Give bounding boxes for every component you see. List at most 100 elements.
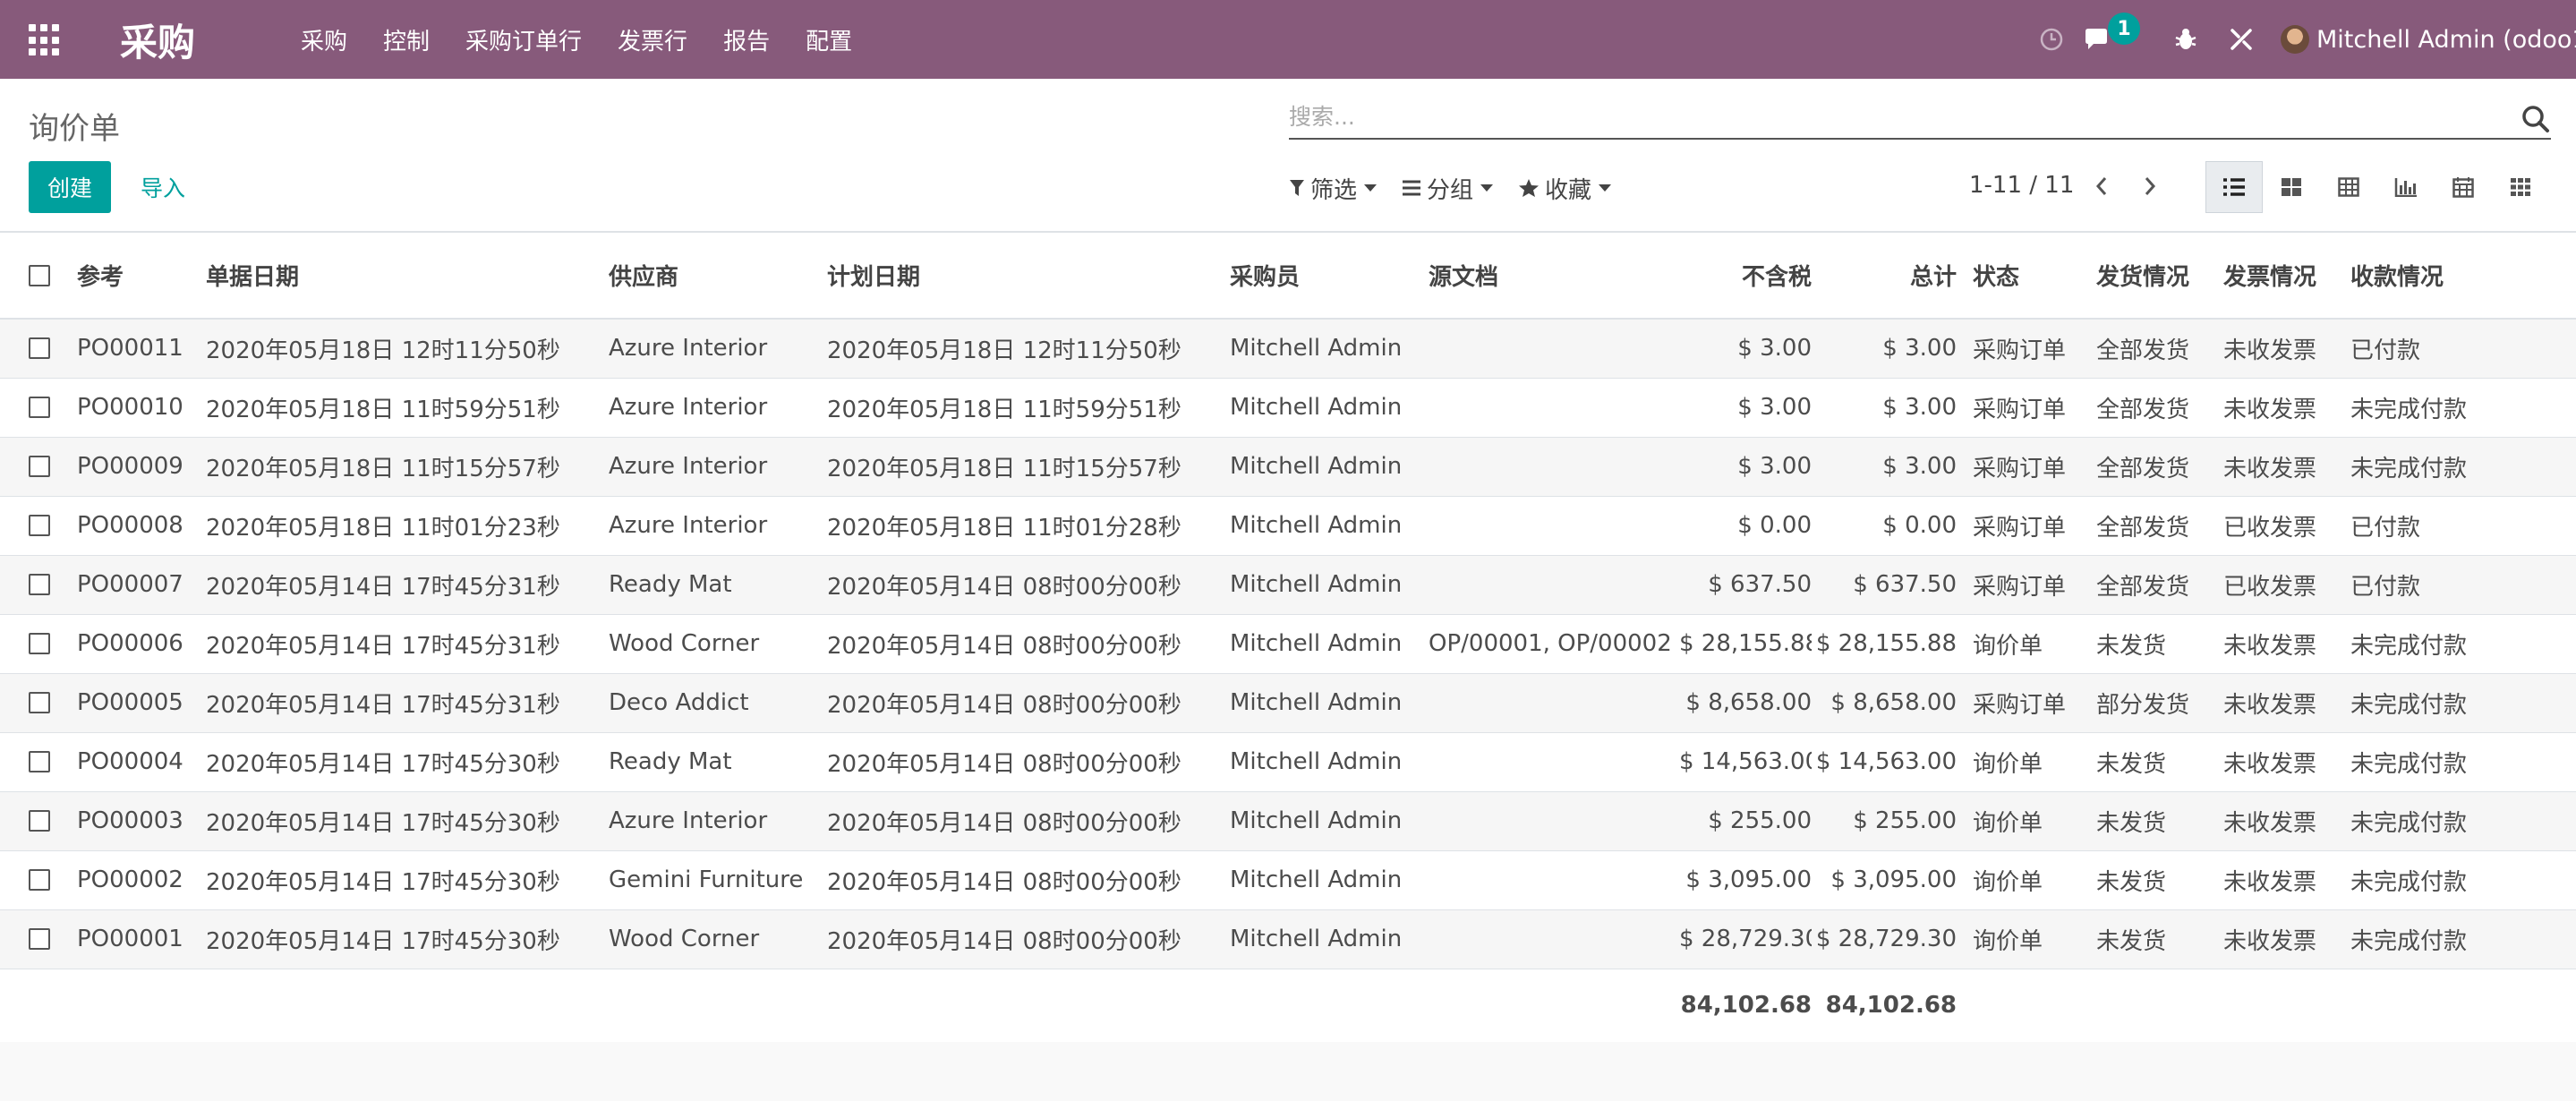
row-checkbox[interactable] <box>29 574 50 595</box>
table-row[interactable]: PO00008 2020年05月18日 11时01分23秒 Azure Interi… <box>0 496 2576 555</box>
vendor-cell: Azure Interior <box>609 807 768 834</box>
row-checkbox[interactable] <box>29 751 50 772</box>
order-date-cell: 2020年05月18日 12时11分50秒 <box>206 337 560 364</box>
row-select-cell <box>0 319 77 378</box>
reference-cell: PO00009 <box>77 453 183 480</box>
favorites-dropdown[interactable]: 收藏 <box>1518 172 1612 205</box>
payment-status-cell: 已付款 <box>2350 573 2421 601</box>
col-vendor[interactable]: 供应商 <box>609 233 827 319</box>
col-source-document[interactable]: 源文档 <box>1429 233 1679 319</box>
col-untaxed[interactable]: 不含税 <box>1679 233 1812 319</box>
menu-item-config[interactable]: 配置 <box>806 23 852 56</box>
untaxed-cell: $ 3,095.00 <box>1685 866 1812 893</box>
row-checkbox[interactable] <box>29 397 50 418</box>
activity-view-icon[interactable] <box>2492 161 2549 213</box>
menu-item-po-lines[interactable]: 采购订单行 <box>465 23 582 56</box>
col-buyer[interactable]: 采购员 <box>1230 233 1429 319</box>
invoice-status-cell: 未收发票 <box>2223 337 2317 364</box>
bars-icon <box>1402 179 1421 197</box>
table-footer: 84,102.68 84,102.68 <box>0 969 2576 1042</box>
chevron-left-icon[interactable] <box>2086 168 2118 204</box>
search-input[interactable] <box>1289 98 2506 134</box>
menu-item-invoice-lines[interactable]: 发票行 <box>618 23 687 56</box>
order-date-cell: 2020年05月14日 17时45分31秒 <box>206 573 560 601</box>
delivery-status-cell: 未发货 <box>2096 809 2167 837</box>
col-order-date[interactable]: 单据日期 <box>206 233 609 319</box>
list-view-icon[interactable] <box>2205 161 2263 213</box>
row-select-cell <box>0 555 77 614</box>
order-date-cell: 2020年05月14日 17时45分31秒 <box>206 691 560 719</box>
total-cell: $ 3.00 <box>1882 335 1957 363</box>
table-row[interactable]: PO00003 2020年05月14日 17时45分30秒 Azure Interi… <box>0 791 2576 850</box>
table-row[interactable]: PO00004 2020年05月14日 17时45分30秒 Ready Mat 202… <box>0 732 2576 791</box>
vendor-cell: Deco Addict <box>609 689 749 716</box>
total-cell: $ 28,155.88 <box>1815 630 1957 657</box>
col-payment-status[interactable]: 收款情况 <box>2350 233 2576 319</box>
total-cell: $ 0.00 <box>1882 512 1957 539</box>
row-checkbox[interactable] <box>29 810 50 832</box>
table-row[interactable]: PO00009 2020年05月18日 11时15分57秒 Azure Interi… <box>0 437 2576 496</box>
import-button[interactable]: 导入 <box>122 161 204 213</box>
table-row[interactable]: PO00010 2020年05月18日 11时59分51秒 Azure Interi… <box>0 378 2576 437</box>
row-checkbox[interactable] <box>29 456 50 477</box>
bug-icon[interactable] <box>2168 21 2204 57</box>
table-row[interactable]: PO00011 2020年05月18日 12时11分50秒 Azure Interi… <box>0 319 2576 378</box>
buyer-cell: Mitchell Admin <box>1230 807 1403 834</box>
col-planned-date[interactable]: 计划日期 <box>827 233 1230 319</box>
filter-label: 筛选 <box>1310 176 1358 204</box>
row-checkbox[interactable] <box>29 633 50 654</box>
planned-date-cell: 2020年05月14日 08时00分00秒 <box>827 809 1181 837</box>
tools-icon[interactable] <box>2223 21 2259 57</box>
apps-grid-icon[interactable] <box>29 24 61 56</box>
source-document-cell <box>1429 791 1679 850</box>
payment-status-cell: 已付款 <box>2350 337 2421 364</box>
create-button[interactable]: 创建 <box>29 161 111 213</box>
row-checkbox[interactable] <box>29 928 50 950</box>
table-row[interactable]: PO00006 2020年05月14日 17时45分31秒 Wood Corner 2… <box>0 614 2576 673</box>
row-checkbox[interactable] <box>29 692 50 713</box>
total-cell: $ 3.00 <box>1882 453 1957 480</box>
table-row[interactable]: PO00005 2020年05月14日 17时45分31秒 Deco Addict 2… <box>0 673 2576 732</box>
table-row[interactable]: PO00002 2020年05月14日 17时45分30秒 Gemini Furni… <box>0 850 2576 909</box>
delivery-status-cell: 全部发货 <box>2096 573 2190 601</box>
filter-dropdown[interactable]: 筛选 <box>1289 172 1378 205</box>
row-checkbox[interactable] <box>29 337 50 360</box>
source-document-cell <box>1429 319 1679 378</box>
clock-icon[interactable] <box>2034 21 2069 57</box>
table-row[interactable]: PO00001 2020年05月14日 17时45分30秒 Wood Corner 2… <box>0 909 2576 969</box>
pivot-view-icon[interactable] <box>2320 161 2377 213</box>
row-checkbox[interactable] <box>29 869 50 891</box>
search-icon[interactable] <box>2521 104 2551 134</box>
table-row[interactable]: PO00007 2020年05月14日 17时45分31秒 Ready Mat 202… <box>0 555 2576 614</box>
table-header: 参考 单据日期 供应商 计划日期 采购员 源文档 不含税 总计 状态 发货情况 … <box>0 233 2576 319</box>
payment-status-cell: 未完成付款 <box>2350 809 2468 837</box>
select-all-checkbox[interactable] <box>29 264 50 286</box>
col-reference[interactable]: 参考 <box>77 233 206 319</box>
pager-value[interactable]: 1-11 / 11 <box>1969 172 2074 199</box>
app-brand[interactable]: 采购 <box>120 13 195 67</box>
row-checkbox[interactable] <box>29 515 50 536</box>
source-document-cell <box>1429 673 1679 732</box>
delivery-status-cell: 全部发货 <box>2096 396 2190 423</box>
menu-item-purchase[interactable]: 采购 <box>301 23 347 56</box>
menu-item-reports[interactable]: 报告 <box>723 23 770 56</box>
col-total[interactable]: 总计 <box>1812 233 1973 319</box>
col-delivery-status[interactable]: 发货情况 <box>2096 233 2223 319</box>
sum-untaxed: 84,102.68 <box>1680 992 1812 1020</box>
user-menu[interactable]: Mitchell Admin (odoo12) <box>2281 21 2576 57</box>
untaxed-cell: $ 8,658.00 <box>1685 689 1812 716</box>
groupby-dropdown[interactable]: 分组 <box>1402 172 1494 205</box>
total-cell: $ 28,729.30 <box>1815 926 1957 952</box>
calendar-view-icon[interactable] <box>2435 161 2492 213</box>
col-state[interactable]: 状态 <box>1973 233 2096 319</box>
col-invoice-status[interactable]: 发票情况 <box>2223 233 2350 319</box>
order-date-cell: 2020年05月18日 11时15分57秒 <box>206 455 560 482</box>
kanban-view-icon[interactable] <box>2263 161 2320 213</box>
order-date-cell: 2020年05月14日 17时45分31秒 <box>206 632 560 660</box>
chevron-right-icon[interactable] <box>2134 168 2166 204</box>
row-select-cell <box>0 909 77 969</box>
menu-item-control[interactable]: 控制 <box>383 23 430 56</box>
state-cell: 询价单 <box>1973 632 2043 660</box>
invoice-status-cell: 未收发票 <box>2223 868 2317 896</box>
graph-view-icon[interactable] <box>2377 161 2435 213</box>
